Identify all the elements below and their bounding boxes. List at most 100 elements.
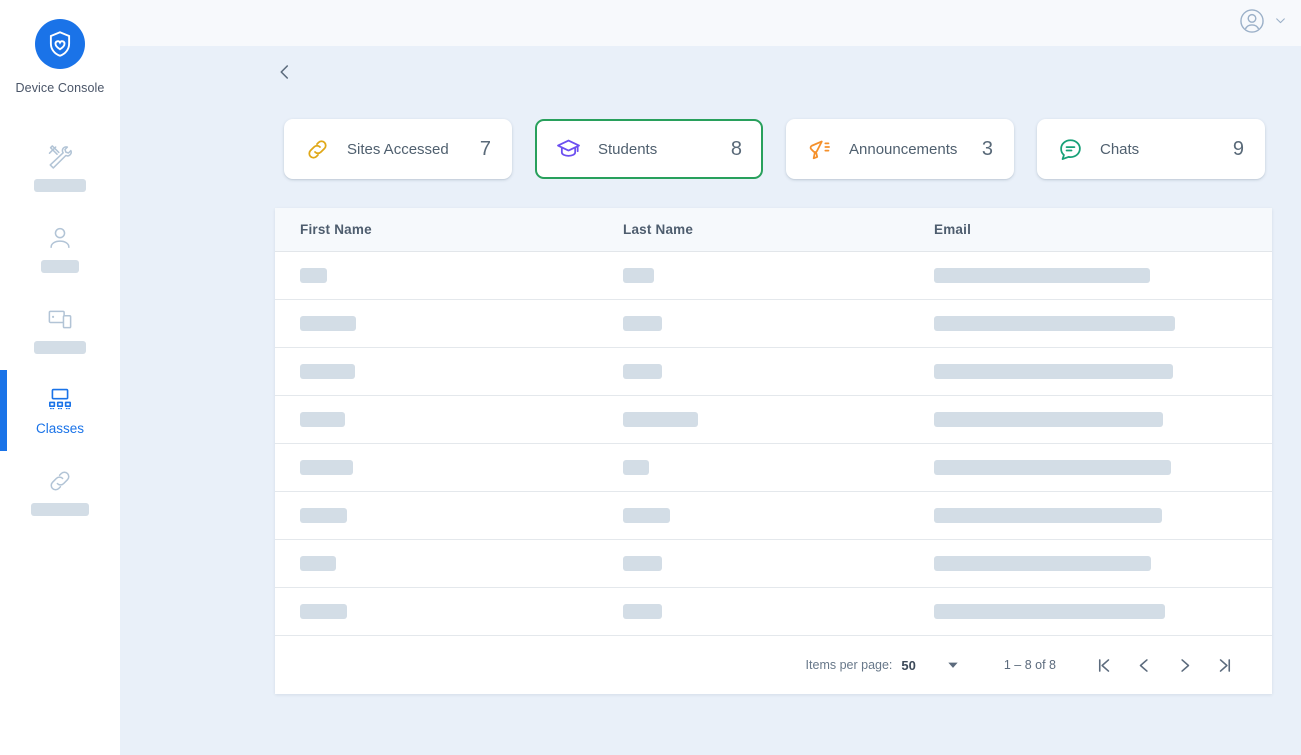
cell-skeleton	[623, 604, 662, 619]
stat-card-students[interactable]: Students 8	[535, 119, 763, 179]
cell-skeleton	[934, 364, 1173, 379]
column-header-last-name[interactable]: Last Name	[618, 222, 930, 237]
table-row[interactable]	[275, 444, 1272, 492]
devices-icon	[47, 306, 73, 332]
cell-skeleton	[934, 412, 1163, 427]
stat-card-sites-accessed[interactable]: Sites Accessed 7	[284, 119, 512, 179]
chevron-down-icon	[1274, 14, 1287, 32]
table-header-row: First Name Last Name Email	[275, 208, 1272, 252]
cell-first-name	[275, 364, 618, 379]
sidebar: Device Console Classes	[0, 0, 120, 755]
main-area: Sites Accessed 7 Students 8 Announcement…	[120, 0, 1301, 755]
sidebar-item-label-skeleton	[41, 259, 79, 273]
stat-count: 7	[479, 137, 491, 160]
items-per-page-label: Items per page:	[805, 658, 893, 672]
cell-last-name	[618, 316, 930, 331]
stat-count: 8	[730, 137, 742, 160]
stat-card-announcements[interactable]: Announcements 3	[786, 119, 1014, 179]
sidebar-nav: Classes	[0, 127, 120, 532]
sidebar-item-devices[interactable]	[0, 289, 120, 370]
back-button[interactable]	[272, 61, 298, 87]
cell-skeleton	[934, 268, 1150, 283]
cell-skeleton	[623, 268, 654, 283]
stat-label: Sites Accessed	[347, 140, 449, 158]
graduation-cap-icon	[556, 137, 581, 162]
sidebar-item-label-skeleton	[34, 178, 86, 192]
cell-skeleton	[300, 604, 347, 619]
cell-last-name	[618, 412, 930, 427]
cell-email	[930, 364, 1272, 379]
sidebar-item-users[interactable]	[0, 208, 120, 289]
cell-email	[930, 412, 1272, 427]
cell-skeleton	[934, 460, 1171, 475]
stat-card-chats[interactable]: Chats 9	[1037, 119, 1265, 179]
first-page-icon[interactable]	[1089, 650, 1119, 680]
topbar	[120, 0, 1301, 46]
pagination-range-label: 1 – 8 of 8	[1003, 658, 1056, 672]
brand[interactable]: Device Console	[16, 19, 105, 95]
classroom-screen-icon	[47, 386, 73, 412]
cell-first-name	[275, 460, 618, 475]
user-menu-button[interactable]	[1239, 8, 1287, 39]
cell-email	[930, 604, 1272, 619]
user-avatar-icon	[1239, 8, 1265, 39]
app-root: Device Console Classes Sites Accessed 7 …	[0, 0, 1301, 755]
sidebar-item-classes[interactable]: Classes	[0, 370, 120, 451]
back-bar	[120, 46, 1301, 102]
table-row[interactable]	[275, 396, 1272, 444]
cell-first-name	[275, 316, 618, 331]
table-row[interactable]	[275, 492, 1272, 540]
cell-skeleton	[300, 364, 355, 379]
items-per-page-dropdown[interactable]	[946, 658, 960, 672]
sidebar-item-label-skeleton	[31, 502, 89, 516]
column-header-first-name[interactable]: First Name	[275, 222, 618, 237]
cell-last-name	[618, 268, 930, 283]
table-row[interactable]	[275, 540, 1272, 588]
sidebar-item-links[interactable]	[0, 451, 120, 532]
paginator: Items per page: 50 1 – 8 of 8	[275, 636, 1272, 694]
cell-skeleton	[934, 604, 1165, 619]
table-row[interactable]	[275, 588, 1272, 636]
column-header-email[interactable]: Email	[930, 222, 1272, 237]
cell-skeleton	[623, 316, 662, 331]
cell-skeleton	[623, 556, 662, 571]
table-body	[275, 252, 1272, 636]
cell-skeleton	[300, 268, 327, 283]
stat-label: Students	[598, 140, 658, 158]
brand-label: Device Console	[15, 81, 105, 95]
stat-count: 9	[1232, 137, 1244, 160]
students-table: First Name Last Name Email Items per pag…	[275, 208, 1272, 694]
cell-first-name	[275, 412, 618, 427]
next-page-icon[interactable]	[1169, 650, 1199, 680]
cell-first-name	[275, 556, 618, 571]
table-row[interactable]	[275, 348, 1272, 396]
items-per-page-value[interactable]: 50	[901, 658, 915, 673]
sidebar-item-tools[interactable]	[0, 127, 120, 208]
cell-email	[930, 316, 1272, 331]
sidebar-item-label-skeleton	[34, 340, 86, 354]
cell-skeleton	[300, 508, 347, 523]
cell-first-name	[275, 604, 618, 619]
cell-skeleton	[623, 508, 670, 523]
cell-skeleton	[300, 412, 345, 427]
cell-email	[930, 460, 1272, 475]
last-page-icon[interactable]	[1209, 650, 1239, 680]
cell-skeleton	[300, 460, 353, 475]
cell-skeleton	[934, 316, 1175, 331]
cell-last-name	[618, 604, 930, 619]
previous-page-icon[interactable]	[1129, 650, 1159, 680]
table-row[interactable]	[275, 300, 1272, 348]
stat-label: Announcements	[849, 140, 958, 158]
cell-skeleton	[934, 508, 1162, 523]
cell-last-name	[618, 364, 930, 379]
cell-email	[930, 508, 1272, 523]
cell-skeleton	[300, 316, 356, 331]
cell-last-name	[618, 556, 930, 571]
cell-skeleton	[934, 556, 1151, 571]
chevron-left-icon	[276, 63, 294, 86]
page-content: Sites Accessed 7 Students 8 Announcement…	[120, 46, 1301, 755]
cell-skeleton	[623, 412, 698, 427]
pagination-buttons	[1089, 650, 1239, 680]
chat-bubble-icon	[1058, 137, 1083, 162]
table-row[interactable]	[275, 252, 1272, 300]
